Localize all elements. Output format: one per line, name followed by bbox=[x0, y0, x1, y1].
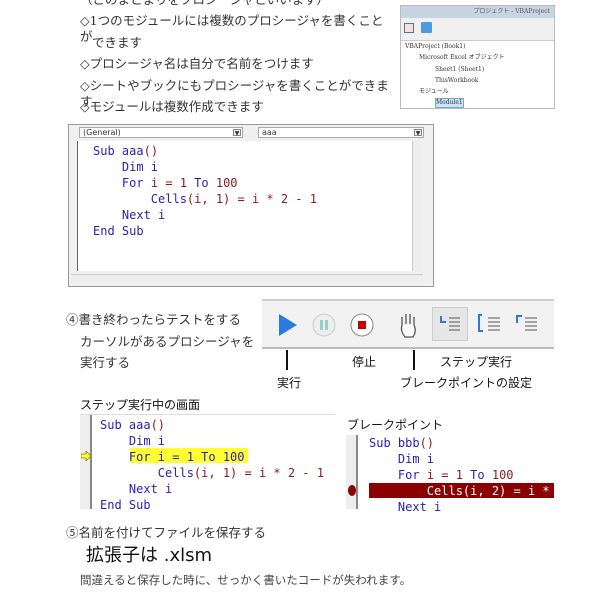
label-run: 実行 bbox=[277, 376, 302, 390]
tree-item-thisworkbook[interactable]: ThisWorkbook bbox=[435, 77, 550, 85]
step-into-icon bbox=[440, 316, 460, 331]
label-stop: 停止 bbox=[352, 355, 377, 369]
step-into-button[interactable] bbox=[432, 307, 468, 341]
tree-item-modules[interactable]: モジュール bbox=[419, 88, 534, 96]
warning-note: 間違えると保存した時に、せっかく書いたコードが失われます。 bbox=[80, 573, 412, 587]
step4-line: ④書き終わったらテストをする bbox=[66, 312, 242, 327]
object-select[interactable]: (General) ▼ bbox=[79, 127, 243, 138]
step-over-icon[interactable] bbox=[477, 313, 503, 335]
tree-item-module1[interactable]: Module1 bbox=[435, 98, 464, 108]
extension-heading: 拡張子は .xlsm bbox=[86, 545, 213, 566]
bullet: ◇モジュールは複数作成できます bbox=[80, 99, 264, 114]
breakpoint-dot-icon[interactable] bbox=[348, 485, 356, 496]
pointer-line bbox=[413, 350, 415, 370]
code-text: Sub aaa() Dim i For i = 1 To 100 Cells(i… bbox=[93, 144, 317, 238]
chevron-down-icon[interactable]: ▼ bbox=[233, 129, 241, 137]
breakpoint-title: ブレークポイント bbox=[347, 418, 444, 432]
project-explorer-title: プロジェクト - VBAProject bbox=[401, 6, 554, 18]
pause-icon[interactable] bbox=[312, 313, 336, 337]
tree-item-sheet1[interactable]: Sheet1 (Sheet1) bbox=[435, 66, 550, 74]
label-breakpoint: ブレークポイントの設定 bbox=[400, 376, 533, 390]
vertical-scrollbar[interactable] bbox=[412, 141, 422, 271]
step-code-text: Sub aaa() Dim i For i = 1 To 100 Cells(i… bbox=[100, 418, 324, 512]
step-out-icon[interactable] bbox=[514, 313, 540, 335]
debug-toolbar bbox=[262, 299, 554, 349]
object-select-value: (General) bbox=[83, 128, 121, 137]
procedure-select-value: aaa bbox=[262, 128, 277, 137]
step5-line: ⑤名前を付けてファイルを保存する bbox=[66, 525, 267, 540]
step-screen-title: ステップ実行中の画面 bbox=[80, 398, 201, 412]
breakpoint-screen: Sub bbb() Dim i For i = 1 To 100 Cells(i… bbox=[346, 435, 556, 514]
folder-icon[interactable] bbox=[421, 22, 432, 33]
pointer-line bbox=[286, 350, 288, 370]
code-window: (General) ▼ aaa ▼ Sub aaa() Dim i For i = … bbox=[68, 124, 434, 287]
procedure-select[interactable]: aaa ▼ bbox=[258, 127, 424, 138]
view-object-icon[interactable] bbox=[404, 23, 414, 33]
tree-item-excel-objects[interactable]: Microsoft Excel オブジェクト bbox=[419, 54, 534, 62]
chevron-down-icon[interactable]: ▼ bbox=[414, 129, 422, 137]
intro-cut-line: （このまとまりをプロシージャといいます） bbox=[80, 0, 390, 8]
run-icon[interactable] bbox=[277, 313, 299, 337]
stop-icon[interactable] bbox=[350, 313, 374, 337]
horizontal-scrollbar[interactable] bbox=[71, 274, 423, 284]
bullet: できます bbox=[92, 35, 143, 50]
breakpoint-code-text: Sub bbb() Dim i For i = 1 To 100 Cells(i… bbox=[369, 436, 550, 514]
label-step: ステップ実行 bbox=[440, 355, 513, 369]
step4-line: 実行する bbox=[80, 355, 131, 370]
project-explorer: プロジェクト - VBAProject VBAProject (Book1) M… bbox=[400, 5, 555, 109]
tree-item-project[interactable]: VBAProject (Book1) bbox=[405, 43, 520, 51]
code-editor[interactable]: Sub aaa() Dim i For i = 1 To 100 Cells(i… bbox=[77, 141, 422, 271]
step4-line: カーソルがあるプロシージャを bbox=[80, 334, 255, 349]
bullet: ◇プロシージャ名は自分で名前をつけます bbox=[80, 56, 314, 71]
step-screen: Sub aaa() Dim i For i = 1 To 100 Cells(i… bbox=[80, 414, 335, 512]
current-line-arrow-icon bbox=[81, 451, 91, 461]
hand-breakpoint-icon[interactable] bbox=[397, 311, 419, 339]
